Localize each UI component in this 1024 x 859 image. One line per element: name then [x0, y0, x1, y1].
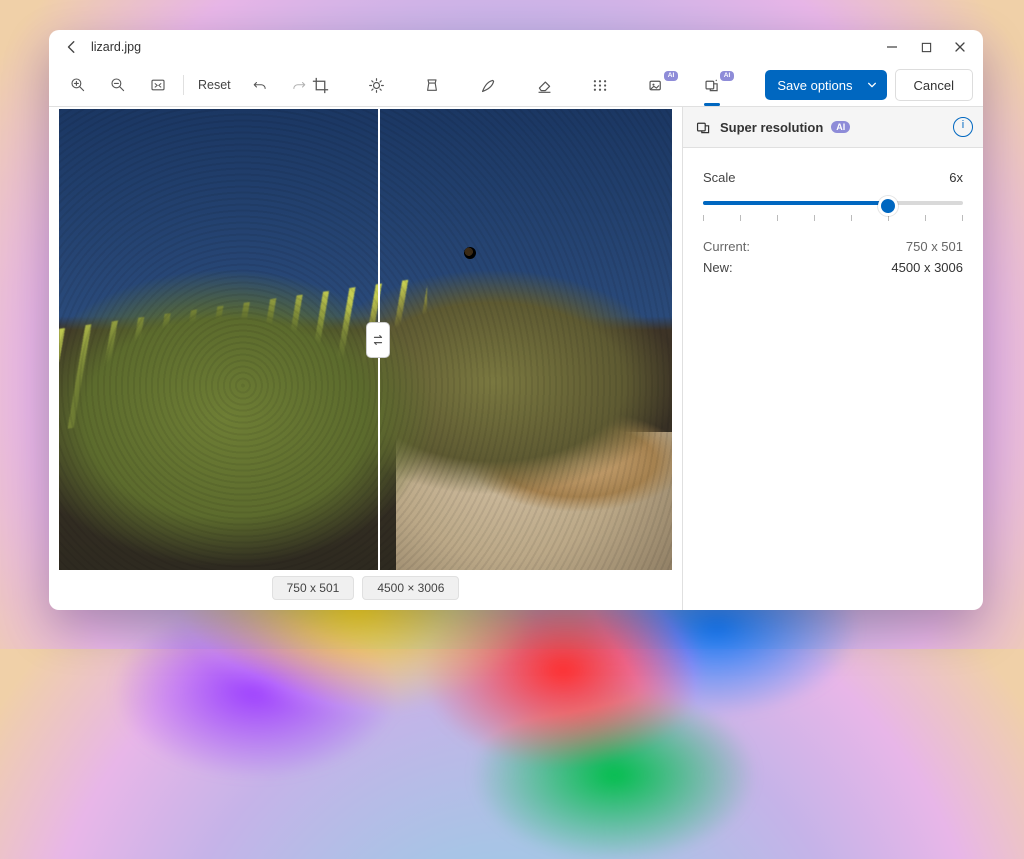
filter-tool[interactable] — [413, 70, 451, 100]
zoom-in-icon — [70, 77, 86, 93]
crop-icon — [312, 77, 329, 94]
slider-fill — [703, 201, 885, 205]
fit-to-window-button[interactable] — [139, 70, 177, 100]
panel-header: Super resolution AI i — [683, 107, 983, 148]
fit-icon — [150, 77, 166, 93]
background-blur-tool[interactable] — [581, 70, 619, 100]
swap-icon — [371, 333, 385, 347]
file-name: lizard.jpg — [91, 40, 141, 54]
scale-value: 6x — [949, 170, 963, 185]
new-dimensions: 4500 × 3006 — [362, 576, 459, 600]
compare-handle[interactable] — [366, 322, 390, 358]
slider-ticks — [703, 215, 963, 221]
maximize-icon — [921, 42, 932, 53]
close-button[interactable] — [943, 34, 977, 60]
current-dimensions-row: Current: 750 x 501 — [703, 239, 963, 254]
super-resolution-panel: Super resolution AI i Scale 6x — [682, 107, 983, 610]
dimension-labels: 750 x 501 4500 × 3006 — [59, 576, 672, 600]
cancel-button[interactable]: Cancel — [895, 69, 973, 101]
editor-toolbar: Reset — [49, 64, 983, 107]
new-dimensions-row: New: 4500 x 3006 — [703, 260, 963, 275]
reset-button[interactable]: Reset — [190, 70, 239, 100]
slider-thumb[interactable] — [878, 196, 898, 216]
adjust-icon — [368, 77, 385, 94]
chevron-down-icon — [863, 80, 881, 90]
ai-badge-icon: AI — [664, 71, 678, 81]
undo-icon — [252, 78, 267, 93]
save-options-button[interactable]: Save options — [765, 70, 886, 100]
save-options-label: Save options — [777, 78, 852, 93]
titlebar: lizard.jpg — [49, 30, 983, 64]
super-resolution-icon — [703, 77, 721, 94]
ai-chip: AI — [831, 121, 850, 133]
filter-icon — [424, 77, 440, 94]
panel-body: Scale 6x Current: 750 x 501 — [683, 148, 983, 297]
info-icon[interactable]: i — [953, 117, 973, 137]
current-value: 750 x 501 — [906, 239, 963, 254]
toolbar-divider — [183, 75, 184, 95]
undo-button[interactable] — [241, 70, 279, 100]
crop-tool[interactable] — [301, 70, 339, 100]
zoom-out-button[interactable] — [99, 70, 137, 100]
maximize-button[interactable] — [909, 34, 943, 60]
photos-editor-window: lizard.jpg Reset — [49, 30, 983, 610]
current-label: Current: — [703, 239, 750, 254]
markup-tool[interactable] — [469, 70, 507, 100]
zoom-in-button[interactable] — [59, 70, 97, 100]
scale-slider[interactable] — [703, 193, 963, 213]
close-icon — [954, 41, 966, 53]
back-button[interactable] — [59, 34, 85, 60]
editor-content: 750 x 501 4500 × 3006 Super resolution A… — [49, 107, 983, 610]
adjust-tool[interactable] — [357, 70, 395, 100]
generative-erase-tool[interactable]: AI — [637, 70, 675, 100]
gen-erase-icon — [647, 77, 665, 94]
scale-label: Scale — [703, 170, 736, 185]
erase-tool[interactable] — [525, 70, 563, 100]
minimize-button[interactable] — [875, 34, 909, 60]
panel-title: Super resolution — [720, 120, 823, 135]
scale-row: Scale 6x — [703, 170, 963, 185]
window-controls — [875, 34, 977, 60]
ai-badge-icon: AI — [720, 71, 734, 81]
image-canvas[interactable] — [59, 109, 672, 570]
markup-icon — [480, 77, 497, 94]
zoom-out-icon — [110, 77, 126, 93]
blur-icon — [591, 77, 609, 94]
arrow-left-icon — [65, 40, 79, 54]
minimize-icon — [886, 41, 898, 53]
erase-icon — [536, 77, 553, 94]
new-value: 4500 x 3006 — [891, 260, 963, 275]
new-label: New: — [703, 260, 733, 275]
canvas-area: 750 x 501 4500 × 3006 — [49, 107, 682, 610]
original-dimensions: 750 x 501 — [272, 576, 355, 600]
super-resolution-icon — [695, 119, 712, 136]
super-resolution-tool[interactable]: AI — [693, 70, 731, 100]
